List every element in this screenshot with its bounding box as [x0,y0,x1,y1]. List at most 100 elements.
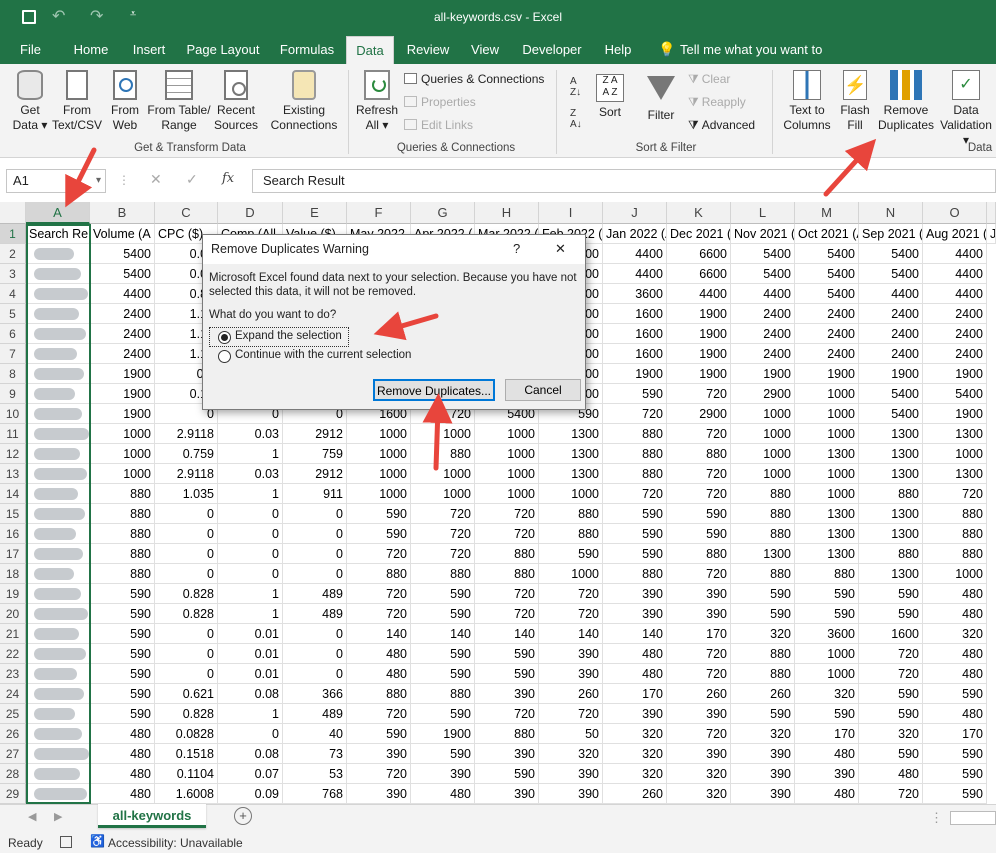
table-cell[interactable]: 590 [411,604,475,624]
table-cell[interactable]: 480 [859,764,923,784]
table-cell[interactable]: 590 [923,764,987,784]
recent-sources-button[interactable]: Recent Sources [212,70,260,133]
table-cell[interactable]: 480 [795,744,859,764]
table-cell[interactable]: 880 [90,524,155,544]
table-cell[interactable]: 5400 [731,264,795,284]
table-cell[interactable]: 1000 [923,564,987,584]
table-cell[interactable]: 0.828 [155,604,218,624]
table-cell[interactable]: 720 [347,584,411,604]
expand-selection-radio[interactable] [218,331,231,344]
table-cell[interactable]: 1300 [731,544,795,564]
table-cell[interactable]: 1000 [411,484,475,504]
table-cell[interactable]: 720 [539,704,603,724]
table-cell[interactable]: 590 [923,784,987,804]
table-cell[interactable]: 0 [155,664,218,684]
table-cell[interactable]: 0.621 [155,684,218,704]
table-cell[interactable]: 390 [347,744,411,764]
table-cell[interactable]: 2400 [859,324,923,344]
table-cell[interactable]: 720 [603,484,667,504]
table-cell[interactable]: 2.9118 [155,424,218,444]
table-cell[interactable]: 590 [90,664,155,684]
table-cell[interactable]: 489 [283,704,347,724]
header-cell[interactable]: Jan 2022 (A [603,224,667,244]
row-header[interactable]: 7 [0,344,26,364]
table-cell[interactable]: 1000 [475,444,539,464]
row-header[interactable]: 9 [0,384,26,404]
table-cell[interactable]: 1300 [795,444,859,464]
table-cell[interactable]: 880 [667,544,731,564]
table-cell[interactable]: 1000 [347,424,411,444]
table-cell[interactable]: 1 [218,484,283,504]
table-cell[interactable]: 720 [539,604,603,624]
column-header-a[interactable]: A [26,202,90,224]
table-cell[interactable]: 590 [603,384,667,404]
table-cell[interactable]: 0 [155,544,218,564]
table-cell[interactable]: 390 [539,664,603,684]
table-cell[interactable]: 720 [475,584,539,604]
header-cell[interactable]: Nov 2021 ( [731,224,795,244]
table-cell[interactable]: 480 [90,744,155,764]
table-cell[interactable]: 0.01 [218,624,283,644]
table-cell[interactable]: 140 [475,624,539,644]
table-cell[interactable]: 880 [603,424,667,444]
column-header-d[interactable]: D [218,202,283,224]
table-cell[interactable]: 1300 [859,564,923,584]
accessibility-icon[interactable]: ♿ [90,834,105,848]
table-cell[interactable]: 0 [283,544,347,564]
table-cell[interactable]: 1300 [859,444,923,464]
row-header[interactable]: 17 [0,544,26,564]
table-cell[interactable]: 2400 [859,304,923,324]
table-cell[interactable]: 590 [90,604,155,624]
row-header[interactable]: 14 [0,484,26,504]
table-cell[interactable]: 1900 [90,364,155,384]
table-cell[interactable]: 6600 [667,264,731,284]
table-cell[interactable]: 720 [347,704,411,724]
insert-function-icon[interactable]: fx [222,171,234,186]
tab-review[interactable]: Review [402,36,454,64]
row-header[interactable]: 18 [0,564,26,584]
scroll-left-icon[interactable]: ◀ [28,810,36,823]
table-cell[interactable]: 590 [411,584,475,604]
table-cell[interactable]: 590 [411,644,475,664]
table-cell[interactable]: 480 [347,644,411,664]
table-cell[interactable]: 320 [667,784,731,804]
column-header-k[interactable]: K [667,202,731,224]
table-cell[interactable]: 1000 [475,424,539,444]
table-cell[interactable]: 260 [603,784,667,804]
data-validation-button[interactable]: ✓ Data Validation ▾ [936,70,996,148]
table-cell[interactable]: 720 [347,544,411,564]
table-cell[interactable]: 880 [667,444,731,464]
table-cell[interactable]: 390 [539,784,603,804]
table-cell[interactable]: 1300 [923,424,987,444]
table-cell[interactable]: 0.0828 [155,724,218,744]
table-cell[interactable]: 1300 [859,424,923,444]
column-header-c[interactable]: C [155,202,218,224]
column-header-g[interactable]: G [411,202,475,224]
table-cell[interactable]: 880 [539,504,603,524]
table-cell[interactable]: 1900 [795,364,859,384]
table-cell[interactable]: 880 [475,724,539,744]
table-cell[interactable]: 1900 [731,364,795,384]
row-header[interactable]: 22 [0,644,26,664]
advanced-button[interactable]: ⧩ Advanced [688,116,755,134]
table-cell[interactable]: 720 [667,664,731,684]
table-cell[interactable]: 1.6008 [155,784,218,804]
table-cell[interactable]: 1300 [859,524,923,544]
row-header[interactable]: 8 [0,364,26,384]
table-cell[interactable]: 0 [283,524,347,544]
table-cell[interactable]: 880 [731,484,795,504]
header-cell[interactable]: Ju [987,224,996,244]
table-cell[interactable]: 1900 [411,724,475,744]
header-cell[interactable]: Dec 2021 ( [667,224,731,244]
table-cell[interactable]: 140 [603,624,667,644]
table-cell[interactable]: 320 [539,744,603,764]
table-cell[interactable]: 170 [667,624,731,644]
table-cell[interactable]: 390 [475,744,539,764]
table-cell[interactable]: 880 [475,544,539,564]
table-cell[interactable]: 759 [283,444,347,464]
table-cell[interactable]: 880 [731,564,795,584]
table-cell[interactable]: 480 [923,604,987,624]
table-cell[interactable]: 260 [731,684,795,704]
table-cell[interactable]: 590 [859,704,923,724]
table-cell[interactable]: 590 [859,744,923,764]
